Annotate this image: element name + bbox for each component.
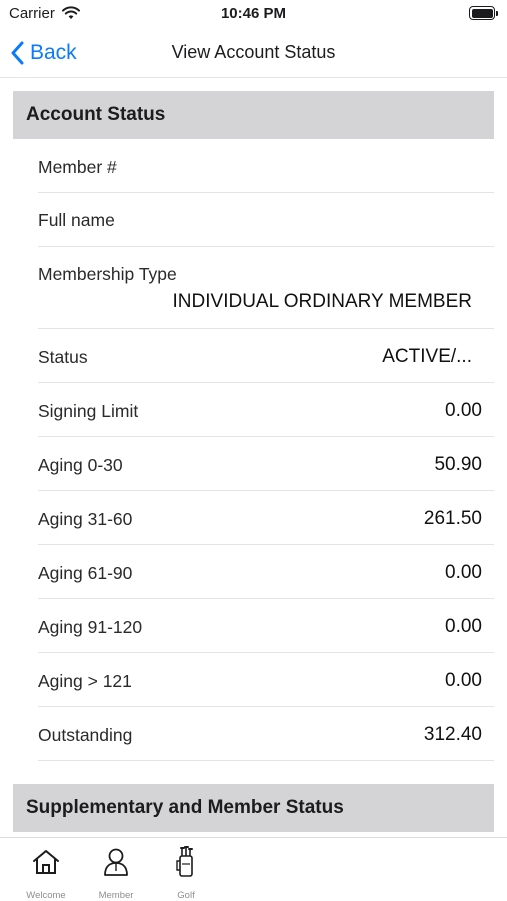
clock: 10:46 PM <box>220 5 287 22</box>
row-aging-61-90: Aging 61-90 0.00 <box>38 545 494 599</box>
battery-icon <box>469 6 499 20</box>
row-member-number: Member # <box>38 139 494 193</box>
row-aging-91-120: Aging 91-120 0.00 <box>38 599 494 653</box>
row-label: Membership Type <box>38 264 177 284</box>
row-value: 261.50 <box>423 508 482 529</box>
status-bar: Carrier 10:46 PM <box>0 0 507 28</box>
row-aging-0-30: Aging 0-30 50.90 <box>38 437 494 491</box>
tab-bar: Welcome Member Golf <box>0 837 507 901</box>
row-label: Aging > 121 <box>38 671 132 691</box>
row-label: Aging 91-120 <box>38 617 143 637</box>
tab-label: Welcome <box>26 890 66 901</box>
navigation-bar: Back View Account Status <box>0 28 507 78</box>
row-aging-31-60: Aging 31-60 261.50 <box>38 491 494 545</box>
supplementary-status-header: Supplementary and Member Status <box>13 784 494 832</box>
home-icon <box>16 846 76 878</box>
row-value: 312.40 <box>423 724 482 745</box>
account-status-header: Account Status <box>13 91 494 139</box>
row-value: 50.90 <box>434 454 482 475</box>
row-membership-type: Membership Type INDIVIDUAL ORDINARY MEMB… <box>38 247 494 329</box>
row-aging-over-121: Aging > 121 0.00 <box>38 653 494 707</box>
row-label: Status <box>38 347 88 367</box>
row-label: Outstanding <box>38 725 133 745</box>
row-value: 0.00 <box>445 670 482 691</box>
golf-bag-icon <box>156 846 216 878</box>
tab-golf[interactable]: Golf <box>156 846 216 901</box>
account-status-list[interactable]: Account Status Member # Full name Member… <box>0 79 507 837</box>
row-value: 0.00 <box>445 562 482 583</box>
row-label: Member # <box>38 157 117 177</box>
row-label: Signing Limit <box>38 401 139 421</box>
row-value: ACTIVE/... <box>382 346 472 367</box>
row-outstanding: Outstanding 312.40 <box>38 707 494 761</box>
row-value: 0.00 <box>445 616 482 637</box>
row-full-name: Full name <box>38 193 494 247</box>
row-value: 0.00 <box>445 400 482 421</box>
tab-welcome[interactable]: Welcome <box>16 846 76 901</box>
row-value: INDIVIDUAL ORDINARY MEMBER <box>172 291 472 312</box>
tab-label: Member <box>98 890 134 901</box>
page-title: View Account Status <box>171 42 336 62</box>
tab-member[interactable]: Member <box>86 846 146 901</box>
member-icon <box>86 846 146 878</box>
row-label: Full name <box>38 210 115 230</box>
row-label: Aging 61-90 <box>38 563 133 583</box>
tab-label: Golf <box>177 890 195 901</box>
row-signing-limit: Signing Limit 0.00 <box>38 383 494 437</box>
row-label: Aging 31-60 <box>38 509 133 529</box>
row-label: Aging 0-30 <box>38 455 123 475</box>
row-status: Status ACTIVE/... <box>38 329 494 383</box>
